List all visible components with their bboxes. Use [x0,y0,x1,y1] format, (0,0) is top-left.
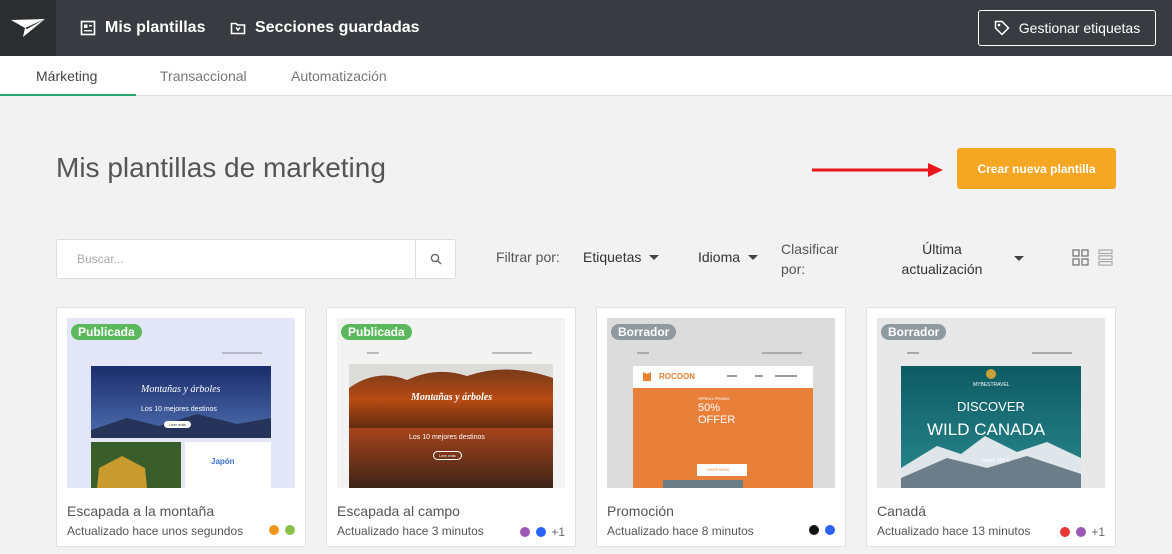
thumbnail-subtitle: Los 10 mejores destinos [141,406,217,413]
thumbnail-brand: MYBESTRAVEL [973,382,1010,388]
saved-sections-icon [230,22,246,35]
nav-my-templates-label: Mis plantillas [105,19,206,36]
template-updated: Actualizado hace 8 minutos [607,524,754,538]
sort-dropdown[interactable]: Última actualización [892,239,992,279]
template-updated: Actualizado hace unos segundos [67,524,244,538]
tag-color-dot [285,525,295,535]
active-tab-indicator [0,94,136,96]
tag-color-dots: +1 [1054,525,1105,539]
template-thumbnail[interactable]: ROCOON SPRING PROMO 50% OFFER SHOP NOW [607,318,835,488]
thumbnail-preview [67,318,295,488]
thumbnail-promo: SPRING PROMO [698,396,730,401]
caret-down-icon[interactable] [1014,256,1024,261]
tag-color-dots [263,525,295,535]
tab-marketing[interactable]: Márketing [36,56,97,96]
template-card[interactable]: Borrador MYBESTRAVEL DISCOVER WILD CANAD… [866,307,1116,547]
caret-down-icon [649,254,660,260]
tag-color-dot [269,525,279,535]
create-template-button[interactable]: Crear nueva plantilla [957,148,1116,189]
thumbnail-preview [337,318,565,488]
tags-filter-label: Etiquetas [583,249,642,265]
search-box [56,239,456,279]
nav-saved-sections-label: Secciones guardadas [255,19,420,36]
tag-icon [994,20,1010,36]
tab-transactional[interactable]: Transaccional [160,56,247,96]
thumbnail-headline: Montañas y árboles [411,392,493,403]
language-filter-dropdown[interactable]: Idioma [698,249,759,265]
thumbnail-offer-pct: 50% [698,402,721,414]
template-card[interactable]: Publicada Montañas y árboles Los 10 mejo… [326,307,576,547]
search-button[interactable] [415,240,455,278]
thumbnail-side-title: Japón [211,457,235,466]
template-title: Promoción [607,503,674,519]
thumbnail-button: SHOP NOW [707,467,730,472]
thumbnail-button: Leer más [433,451,462,460]
thumbnail-headline: Montañas y árboles [141,384,221,395]
thumbnail-line2: WILD CANADA [927,420,1046,439]
template-updated: Actualizado hace 3 minutos [337,524,484,538]
status-badge: Borrador [881,324,947,340]
sort-by-label: Clasificar por: [781,241,839,277]
more-tags-count: +1 [1091,525,1105,539]
template-thumbnail[interactable]: Montañas y árboles Los 10 mejores destin… [67,318,295,488]
template-icon [80,20,96,36]
nav-saved-sections[interactable]: Secciones guardadas [230,0,420,56]
template-thumbnail[interactable]: MYBESTRAVEL DISCOVER WILD CANADA Desde 8… [877,318,1105,488]
filter-by-label: Filtrar por: [496,249,560,265]
status-badge: Borrador [611,324,677,340]
thumbnail-line1: DISCOVER [957,399,1025,414]
language-filter-label: Idioma [698,249,741,265]
search-icon [430,253,442,265]
more-tags-count: +1 [551,525,565,539]
top-navigation-bar: Mis plantillas Secciones guardadas Gesti… [0,0,1172,56]
status-badge: Publicada [71,324,142,340]
nav-my-templates[interactable]: Mis plantillas [80,0,205,56]
grid-view-icon[interactable] [1072,249,1089,266]
tab-automation[interactable]: Automatización [291,56,387,96]
thumbnail-subtitle: Los 10 mejores destinos [409,434,485,441]
tag-color-dot [520,527,531,537]
tag-color-dot [536,527,547,537]
thumbnail-offer: OFFER [698,414,736,426]
paper-plane-logo-icon [11,19,45,37]
thumbnail-brand: ROCOON [659,372,695,381]
tag-color-dot [825,525,835,535]
thumbnail-preview [607,318,835,488]
thumbnail-price: Desde 899 € [981,458,1010,464]
template-title: Escapada al campo [337,503,460,519]
thumbnail-button: Leer más [164,421,191,428]
search-input[interactable] [57,240,415,278]
tag-color-dots: +1 [514,525,565,539]
template-title: Canadá [877,503,927,519]
manage-tags-button[interactable]: Gestionar etiquetas [978,10,1156,46]
tags-filter-dropdown[interactable]: Etiquetas [583,249,660,265]
caret-down-icon [748,254,759,260]
template-type-tabs: Márketing Transaccional Automatización [0,56,1172,96]
tag-color-dot [1076,527,1087,537]
template-title: Escapada a la montaña [67,503,215,519]
manage-tags-label: Gestionar etiquetas [1018,20,1141,36]
red-arrow-annotation [812,163,943,177]
tag-color-dot [1060,527,1071,537]
status-badge: Publicada [341,324,412,340]
template-updated: Actualizado hace 13 minutos [877,524,1031,538]
template-card[interactable]: Borrador ROCOON SPRING PROMO 50% OFFER S… [596,307,846,547]
template-thumbnail[interactable]: Montañas y árboles Los 10 mejores destin… [337,318,565,488]
template-card[interactable]: Publicada Montañas y árboles Los 10 mejo… [56,307,306,547]
tag-color-dot [809,525,819,535]
page-title: Mis plantillas de marketing [56,152,386,183]
list-view-icon[interactable] [1098,249,1113,266]
app-logo[interactable] [0,0,56,56]
tag-color-dots [803,525,835,535]
